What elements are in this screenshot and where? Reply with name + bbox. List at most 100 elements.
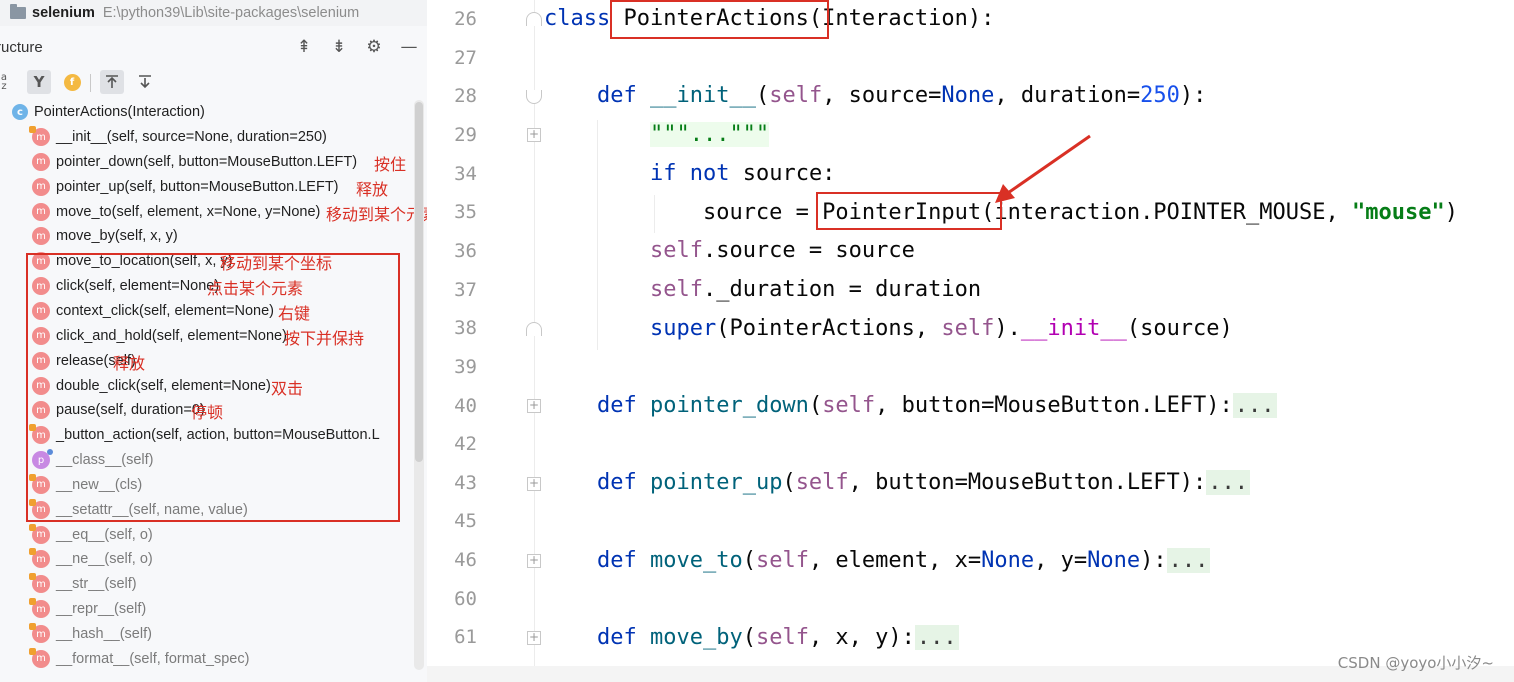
token: super [649, 316, 717, 341]
token: , button=MouseButton.LEFT): [875, 393, 1233, 418]
method-icon: m [29, 598, 50, 619]
method-icon: m [29, 623, 50, 643]
token: pointer_up [649, 470, 783, 495]
token: class [544, 6, 611, 31]
fold-marker[interactable] [526, 90, 542, 104]
method-icon: m [32, 152, 50, 171]
collapse-all-icon[interactable]: ⇟ [329, 37, 349, 57]
token: source: [729, 161, 836, 186]
folded-body[interactable]: ... [914, 625, 959, 650]
token: self [649, 277, 703, 302]
autoscroll-from-source-icon[interactable] [133, 70, 157, 94]
fold-expand-icon[interactable]: + [527, 477, 541, 491]
sort-alpha-icon[interactable]: a z [0, 70, 16, 94]
code-line-43[interactable]: def pointer_up(self, button=MouseButton.… [544, 464, 1251, 502]
structure-member-item[interactable]: m pointer_up(self, button=MouseButton.LEF… [32, 175, 339, 199]
structure-member-item[interactable]: m __init__(self, source=None, duration=25… [29, 125, 327, 149]
token: (Interaction): [808, 6, 995, 31]
code-editor[interactable]: 26 27 28 29 34 35 36 37 38 39 40 42 43 45 46 60 61 + + +… [427, 0, 1514, 682]
minimize-icon[interactable]: — [399, 37, 419, 57]
fold-expand-icon[interactable]: + [527, 631, 541, 645]
token: move_by [649, 625, 743, 650]
fold-marker[interactable] [526, 322, 542, 336]
member-label: __eq__(self, o) [56, 526, 153, 543]
member-label: __ne__(self, o) [56, 551, 153, 568]
structure-member-item[interactable]: m pointer_down(self, button=MouseButton.L… [32, 150, 357, 174]
code-line-34[interactable]: if not source: [544, 155, 835, 193]
folded-body[interactable]: ... [1232, 393, 1277, 418]
method-icon: m [29, 548, 50, 569]
visibility-filter-icon[interactable]: Y [27, 70, 51, 94]
project-name: selenium [32, 5, 95, 21]
project-path: E:\python39\Lib\site-packages\selenium [102, 5, 360, 21]
token: def [596, 393, 637, 418]
folded-body[interactable]: ... [1206, 470, 1251, 495]
fold-expand-icon[interactable]: + [527, 128, 541, 142]
method-icon: m [29, 126, 50, 146]
token: not [689, 161, 730, 186]
gear-icon[interactable]: ⚙ [364, 37, 384, 57]
token: ( [755, 83, 770, 108]
autoscroll-to-source-icon[interactable] [100, 70, 124, 94]
token: ): [1179, 83, 1207, 108]
folded-docstring[interactable]: """...""" [649, 122, 770, 147]
structure-toolbar: a z Y f [0, 64, 427, 98]
structure-member-item[interactable]: m move_to(self, element, x=None, y=None) [32, 200, 320, 224]
line-gutter: 26 27 28 29 34 35 36 37 38 39 40 42 43 45 46 60 61 + + +… [427, 0, 549, 682]
structure-member-item[interactable]: m __str__(self) [29, 572, 137, 596]
visibility-glyph: Y [33, 73, 45, 91]
code-line-29[interactable]: """...""" [544, 116, 770, 154]
structure-member-item[interactable]: m __ne__(self, o) [29, 547, 153, 571]
token: ): [1140, 548, 1167, 573]
token: self [755, 548, 809, 573]
member-label: move_to(self, element, x=None, y=None) [56, 203, 321, 220]
structure-member-item[interactable]: m __repr__(self) [29, 597, 146, 621]
member-label: pointer_down(self, button=MouseButton.LE… [56, 153, 358, 170]
structure-head-tools: ⇞ ⇟ ⚙ — [294, 37, 419, 57]
token: ( [742, 548, 756, 573]
fold-expand-icon[interactable]: + [527, 399, 541, 413]
token: def [596, 470, 637, 495]
class-icon: c [12, 104, 28, 120]
token: def [596, 625, 637, 650]
line-number: 26 [454, 8, 477, 30]
class-item-label: PointerActions(Interaction) [34, 104, 205, 120]
structure-member-item[interactable]: m __format__(self, format_spec) [29, 647, 250, 671]
class-item[interactable]: c PointerActions(Interaction) [12, 100, 205, 124]
method-icon: m [29, 573, 50, 594]
structure-member-item[interactable]: m __hash__(self) [29, 622, 152, 646]
fold-expand-icon[interactable]: + [527, 554, 541, 568]
code-line-40[interactable]: def pointer_down(self, button=MouseButto… [544, 387, 1277, 425]
structure-tree: c PointerActions(Interaction) m __init__(… [0, 100, 427, 682]
member-label: __format__(self, format_spec) [56, 650, 250, 667]
watermark: CSDN @yoyo小小汐~ [1337, 654, 1494, 672]
project-bar[interactable]: selenium E:\python39\Lib\site-packages\s… [0, 0, 427, 26]
structure-member-item[interactable]: m __eq__(self, o) [29, 523, 153, 547]
code-line-61[interactable]: def move_by(self, x, y):... [544, 619, 959, 657]
token: None [1087, 548, 1141, 573]
expand-all-icon[interactable]: ⇞ [294, 37, 314, 57]
line-number: 35 [454, 201, 477, 224]
fold-marker[interactable] [526, 12, 542, 26]
code-line-36[interactable]: self.source = source [544, 232, 915, 270]
token: 250 [1140, 83, 1180, 108]
token: self [822, 393, 876, 418]
code-line-28[interactable]: def __init__(self, source=None, duration… [544, 77, 1206, 115]
scrollbar-thumb[interactable] [415, 102, 423, 462]
token: self [769, 83, 823, 108]
code-line-38[interactable]: super(PointerActions, self).__init__(sou… [544, 310, 1233, 348]
token: __init__ [649, 83, 756, 108]
scrollbar[interactable] [414, 100, 424, 670]
line-number: 38 [454, 317, 477, 340]
code-line-37[interactable]: self._duration = duration [544, 271, 981, 309]
annotation-note: 释放 [356, 179, 389, 199]
code-line-46[interactable]: def move_to(self, element, x=None, y=Non… [544, 542, 1211, 580]
show-fields-icon[interactable]: f [60, 70, 84, 94]
token: ) [1444, 200, 1458, 225]
member-label: move_by(self, x, y) [56, 228, 178, 245]
member-label: __hash__(self) [56, 626, 152, 642]
folded-body[interactable]: ... [1166, 548, 1211, 573]
token: None [981, 548, 1035, 573]
token: move_to [649, 548, 743, 573]
structure-member-item[interactable]: m move_by(self, x, y) [32, 224, 178, 248]
